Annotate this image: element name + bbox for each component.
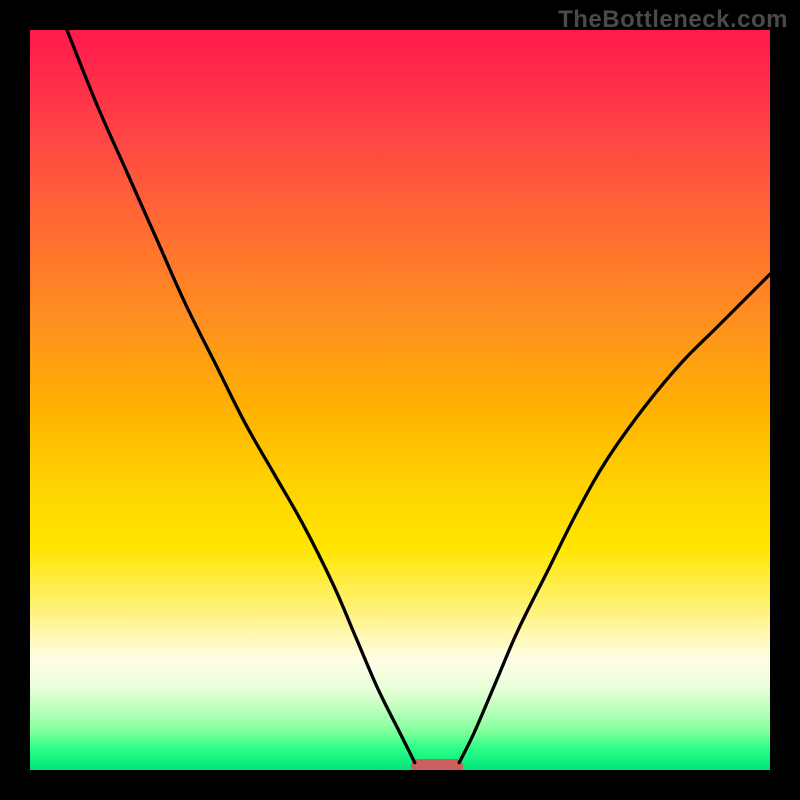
curve-left-branch [67,30,415,763]
outer-frame: TheBottleneck.com [0,0,800,800]
watermark-text: TheBottleneck.com [558,6,788,34]
curve-right-branch [459,274,770,762]
curve-layer [30,30,770,770]
plot-area [30,30,770,770]
